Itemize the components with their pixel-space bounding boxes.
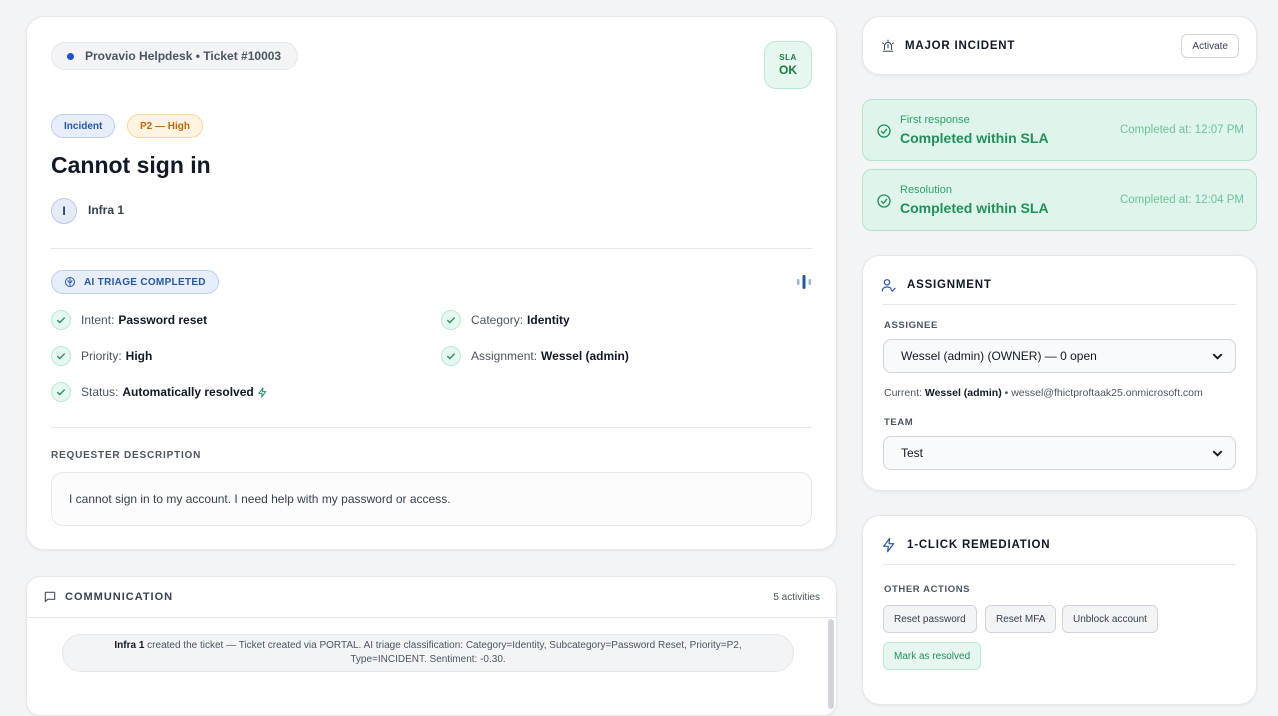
sla-resolution-label: Resolution [900,184,952,196]
sla-badge-value: OK [779,63,797,77]
assignment-card: ASSIGNMENT ASSIGNEE Wessel (admin) (OWNE… [862,255,1257,491]
check-circle-icon [877,194,891,208]
assignee-select-value: Wessel (admin) (OWNER) — 0 open [901,349,1097,363]
current-assignee-email: • wessel@fhictproftaak25.onmicrosoft.com [1004,387,1203,399]
user-check-icon [881,279,896,292]
triage-intent-label: Intent: [81,313,115,327]
triage-priority-label: Priority: [81,349,122,363]
team-select-value: Test [901,446,924,460]
requester-avatar: I [51,198,77,224]
lightning-icon [258,386,266,398]
assignment-title: ASSIGNMENT [907,279,992,291]
ticket-title: Cannot sign in [51,152,211,178]
current-assignee-name: Wessel (admin) [924,387,1002,399]
chevron-down-icon [1212,353,1223,360]
ticket-source-label: Provavio Helpdesk • Ticket #10003 [85,49,282,63]
ai-triage-label: AI TRIAGE COMPLETED [84,276,206,288]
major-incident-card: MAJOR INCIDENT Activate [862,16,1257,75]
remediation-title: 1-CLICK REMEDIATION [907,539,1051,551]
triage-assignment: Assignment: Wessel (admin) [441,346,629,366]
assignee-label: ASSIGNEE [884,320,938,331]
sla-status-badge: SLA OK [764,41,812,89]
ticket-card: Provavio Helpdesk • Ticket #10003 SLA OK… [26,16,837,550]
chevron-down-icon [1212,450,1223,457]
ticket-priority-badge: P2 — High [127,114,204,138]
activity-text: created the ticket — Ticket created via … [147,640,742,665]
reset-password-button[interactable]: Reset password [883,605,977,633]
assignee-select[interactable]: Wessel (admin) (OWNER) — 0 open [883,339,1236,373]
triage-category-value: Identity [527,313,570,327]
triage-intent-value: Password reset [118,313,208,327]
check-icon [51,346,71,366]
current-prefix: Current: [884,387,922,399]
sla-first-response-value: Completed within SLA [900,130,1049,146]
remediation-card: 1-CLICK REMEDIATION OTHER ACTIONS Reset … [862,515,1257,705]
sla-resolution-card: Resolution Completed within SLA Complete… [862,169,1257,231]
check-icon [441,310,461,330]
reset-mfa-button[interactable]: Reset MFA [985,605,1057,633]
activity-count: 5 activities [773,591,820,603]
major-incident-title: MAJOR INCIDENT [905,40,1016,52]
ticket-type-badge: Incident [51,114,116,138]
divider [51,248,812,249]
siren-icon [882,39,894,52]
lightning-icon [883,537,895,553]
check-icon [441,346,461,366]
assignment-header: ASSIGNMENT [881,277,992,293]
activity-scrollbar[interactable] [828,619,834,709]
check-icon [51,382,71,402]
activate-major-incident-button[interactable]: Activate [1181,34,1239,58]
communication-card: COMMUNICATION 5 activities Infra 1 creat… [26,576,837,716]
triage-category: Category: Identity [441,310,570,330]
divider [883,304,1236,305]
triage-category-label: Category: [471,313,524,327]
check-icon [51,310,71,330]
audio-wave-icon[interactable] [796,275,812,289]
sla-first-response-time: Completed at: 12:07 PM [1119,124,1244,136]
divider [883,564,1236,565]
sla-first-response-card: First response Completed within SLA Comp… [862,99,1257,161]
triage-priority: Priority: High [51,346,152,366]
sla-badge-label: SLA [779,53,797,62]
requester-description-text: I cannot sign in to my account. I need h… [69,492,451,506]
requester-name: Infra 1 [88,203,125,217]
communication-header: COMMUNICATION 5 activities [27,577,836,618]
requester-description-label: REQUESTER DESCRIPTION [51,450,202,461]
communication-title: COMMUNICATION [65,591,174,603]
remediation-header: 1-CLICK REMEDIATION [881,537,1050,553]
current-assignee: Current: Wessel (admin) • wessel@fhictpr… [884,387,1203,399]
mark-resolved-button[interactable]: Mark as resolved [883,642,982,670]
team-select[interactable]: Test [883,436,1236,470]
unblock-account-button[interactable]: Unblock account [1062,605,1158,633]
ticket-source-chip: Provavio Helpdesk • Ticket #10003 [51,42,299,70]
ai-triage-chip: AI TRIAGE COMPLETED [51,270,219,294]
activity-actor: Infra 1 [114,640,145,651]
sla-resolution-time: Completed at: 12:04 PM [1119,194,1244,206]
triage-status: Status: Automatically resolved [51,382,268,402]
sla-first-response-label: First response [900,114,970,126]
team-label: TEAM [884,417,914,428]
triage-status-label: Status: [81,385,119,399]
other-actions-label: OTHER ACTIONS [884,584,971,595]
triage-intent: Intent: Password reset [51,310,207,330]
requester-description: I cannot sign in to my account. I need h… [51,472,812,526]
activity-item: Infra 1 created the ticket — Ticket crea… [62,634,794,672]
major-incident-header: MAJOR INCIDENT [881,39,1015,53]
status-dot-icon [67,52,74,60]
check-circle-icon [877,124,891,138]
divider [51,427,812,428]
sla-resolution-value: Completed within SLA [900,200,1049,216]
brain-icon [65,277,75,287]
chat-icon [44,591,56,603]
triage-assignment-label: Assignment: [471,349,538,363]
triage-priority-value: High [125,349,153,363]
triage-status-value: Automatically resolved [122,385,254,399]
triage-assignment-value: Wessel (admin) [541,349,629,363]
